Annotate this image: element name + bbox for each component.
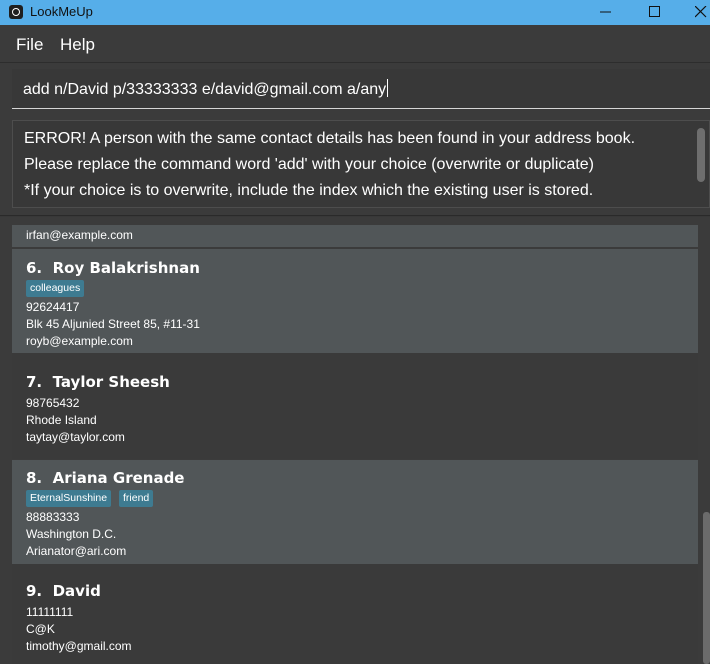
title-bar: LookMeUp — [0, 0, 710, 25]
menu-file[interactable]: File — [16, 35, 43, 55]
command-input[interactable]: add n/David p/33333333 e/david@gmail.com… — [12, 69, 710, 109]
person-phone: 11111111 — [26, 605, 74, 619]
tag-colleagues: colleagues — [26, 280, 85, 297]
maximize-icon — [649, 6, 660, 17]
person-name: Taylor Sheesh — [52, 373, 170, 391]
maximize-button[interactable] — [632, 0, 678, 25]
person-address: Rhode Island — [26, 413, 97, 427]
person-phone: 92624417 — [26, 300, 80, 314]
person-index: 6. — [26, 259, 43, 277]
result-display-area: ERROR! A person with the same contact de… — [0, 113, 710, 216]
person-index: 9. — [26, 582, 43, 600]
person-name: Ariana Grenade — [52, 469, 185, 487]
result-display: ERROR! A person with the same contact de… — [12, 120, 710, 208]
menu-bar: File Help — [0, 25, 710, 63]
person-name: David — [52, 582, 101, 600]
person-card-6[interactable]: 6. Roy Balakrishnan colleagues 92624417 … — [12, 249, 698, 353]
person-email: taytay@taylor.com — [26, 430, 125, 444]
person-card-7[interactable]: 7. Taylor Sheesh 98765432 Rhode Island t… — [12, 353, 698, 459]
command-area: add n/David p/33333333 e/david@gmail.com… — [0, 63, 710, 113]
menu-help[interactable]: Help — [60, 35, 95, 55]
person-index: 7. — [26, 373, 43, 391]
close-icon — [695, 6, 707, 18]
result-line-3: *If your choice is to overwrite, include… — [24, 182, 594, 199]
window-title: LookMeUp — [30, 4, 93, 19]
person-phone: 98765432 — [26, 396, 80, 410]
result-line-1: ERROR! A person with the same contact de… — [24, 130, 636, 147]
list-scrollbar-thumb[interactable] — [703, 512, 710, 664]
person-name: Roy Balakrishnan — [52, 259, 200, 277]
app-logo-icon — [9, 5, 23, 19]
person-address: Washington D.C. — [26, 527, 117, 541]
person-card-8[interactable]: 8. Ariana Grenade EternalSunshine friend… — [12, 460, 698, 564]
result-scrollbar[interactable] — [697, 128, 705, 182]
command-value: add n/David p/33333333 e/david@gmail.com… — [23, 81, 387, 98]
text-caret — [387, 79, 389, 97]
person-email: Arianator@ari.com — [26, 544, 127, 558]
person-index: 8. — [26, 469, 43, 487]
person-card-5[interactable]: irfan@example.com — [12, 225, 698, 247]
person-address: Blk 45 Aljunied Street 85, #11-31 — [26, 317, 200, 331]
person-address: C@K — [26, 622, 55, 636]
minimize-button[interactable] — [583, 0, 629, 25]
result-line-2: Please replace the command word 'add' wi… — [24, 156, 594, 173]
close-button[interactable] — [678, 0, 710, 25]
person-email: irfan@example.com — [26, 228, 133, 242]
minimize-icon — [600, 11, 611, 13]
tag-eternalsunshine: EternalSunshine — [26, 490, 112, 507]
person-phone: 88883333 — [26, 510, 80, 524]
person-email: timothy@gmail.com — [26, 639, 132, 653]
person-card-9[interactable]: 9. David 11111111 C@K timothy@gmail.com — [12, 564, 698, 664]
tag-friend: friend — [119, 490, 154, 507]
person-email: royb@example.com — [26, 334, 133, 348]
